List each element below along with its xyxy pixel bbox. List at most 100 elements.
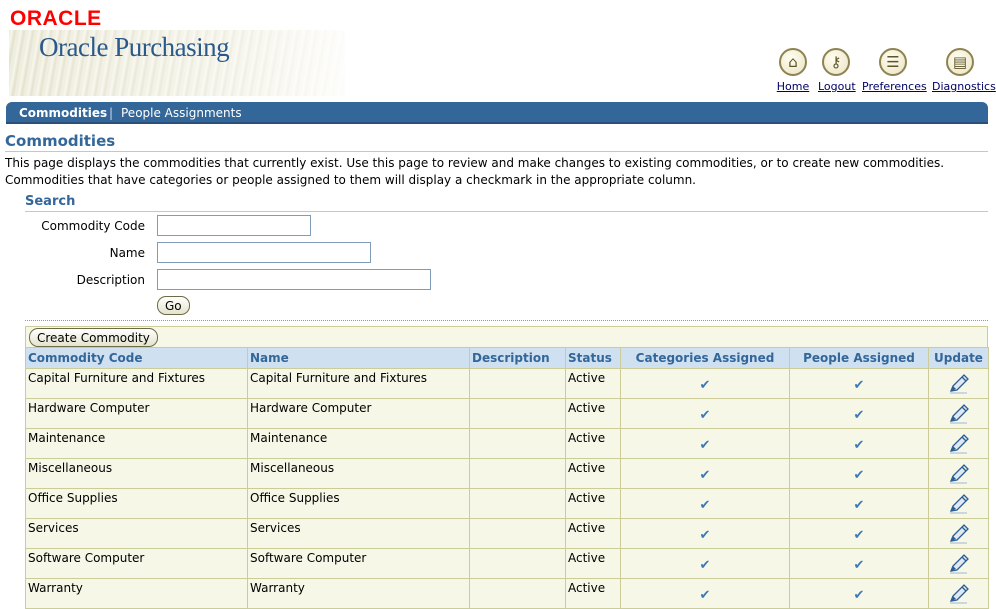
- update-pencil-icon[interactable]: [947, 463, 971, 485]
- home-link-label: Home: [776, 80, 810, 93]
- name-input[interactable]: [157, 242, 371, 263]
- cell-update: [928, 458, 989, 489]
- update-pencil-icon[interactable]: [947, 433, 971, 455]
- cell-categories-assigned: ✔: [620, 398, 790, 429]
- cell-update: [928, 518, 989, 549]
- tab-commodities[interactable]: Commodities: [19, 106, 107, 120]
- column-header-categories-assigned: Categories Assigned: [620, 347, 790, 369]
- table-row: Maintenance Maintenance Active ✔ ✔: [25, 428, 989, 459]
- cell-description: [469, 368, 566, 399]
- preferences-link[interactable]: ☰ Preferences: [862, 48, 927, 93]
- update-pencil-icon[interactable]: [947, 403, 971, 425]
- cell-commodity-code: Maintenance: [25, 428, 248, 459]
- column-header-commodity-code[interactable]: Commodity Code: [25, 347, 248, 369]
- update-pencil-icon[interactable]: [947, 523, 971, 545]
- table-header-row: Commodity Code Name Description Status C…: [25, 347, 989, 369]
- logout-link[interactable]: ⚷ Logout: [818, 48, 856, 93]
- cell-name: Software Computer: [247, 548, 470, 579]
- tab-people-assignments[interactable]: People Assignments: [121, 106, 242, 120]
- table-row: Capital Furniture and Fixtures Capital Fu…: [25, 368, 989, 399]
- cell-name: Services: [247, 518, 470, 549]
- table-body: Capital Furniture and Fixtures Capital Fu…: [25, 368, 989, 609]
- cell-description: [469, 578, 566, 609]
- update-pencil-icon[interactable]: [947, 493, 971, 515]
- cell-update: [928, 548, 989, 579]
- cell-name: Capital Furniture and Fixtures: [247, 368, 470, 399]
- tab-bar: Commodities | People Assignments: [6, 102, 988, 124]
- checkmark-icon: ✔: [853, 558, 865, 573]
- cell-name: Miscellaneous: [247, 458, 470, 489]
- cell-update: [928, 488, 989, 519]
- cell-name: Hardware Computer: [247, 398, 470, 429]
- description-input[interactable]: [157, 269, 431, 290]
- checkmark-icon: ✔: [853, 528, 865, 543]
- column-header-status[interactable]: Status: [565, 347, 621, 369]
- go-button[interactable]: Go: [157, 296, 190, 315]
- cell-commodity-code: Services: [25, 518, 248, 549]
- cell-update: [928, 368, 989, 399]
- name-label: Name: [109, 246, 145, 260]
- update-pencil-icon[interactable]: [947, 373, 971, 395]
- global-links: ⌂ Home ⚷ Logout ☰ Preferences ▤ Diagnost…: [776, 48, 996, 94]
- cell-commodity-code: Miscellaneous: [25, 458, 248, 489]
- cell-people-assigned: ✔: [789, 398, 929, 429]
- cell-people-assigned: ✔: [789, 458, 929, 489]
- cell-status: Active: [565, 428, 621, 459]
- cell-description: [469, 458, 566, 489]
- description-label: Description: [76, 273, 145, 287]
- checkmark-icon: ✔: [699, 498, 711, 513]
- cell-description: [469, 518, 566, 549]
- checkmark-icon: ✔: [699, 588, 711, 603]
- table-row: Warranty Warranty Active ✔ ✔: [25, 578, 989, 609]
- update-pencil-icon[interactable]: [947, 553, 971, 575]
- update-pencil-icon[interactable]: [947, 583, 971, 605]
- create-commodity-button[interactable]: Create Commodity: [29, 328, 158, 347]
- checkmark-icon: ✔: [699, 528, 711, 543]
- cell-status: Active: [565, 548, 621, 579]
- product-name: Oracle Purchasing: [39, 32, 230, 62]
- cell-categories-assigned: ✔: [620, 488, 790, 519]
- page-title: Commodities: [5, 132, 116, 150]
- commodity-code-input[interactable]: [157, 215, 311, 236]
- cell-people-assigned: ✔: [789, 578, 929, 609]
- cell-categories-assigned: ✔: [620, 548, 790, 579]
- page-title-divider: [5, 151, 988, 152]
- checkmark-icon: ✔: [853, 378, 865, 393]
- column-header-description[interactable]: Description: [469, 347, 566, 369]
- cell-people-assigned: ✔: [789, 488, 929, 519]
- home-link[interactable]: ⌂ Home: [776, 48, 810, 93]
- cell-description: [469, 428, 566, 459]
- cell-people-assigned: ✔: [789, 518, 929, 549]
- search-section-divider: [25, 211, 988, 212]
- tab-separator: |: [109, 106, 114, 120]
- table-row: Miscellaneous Miscellaneous Active ✔ ✔: [25, 458, 989, 489]
- checkmark-icon: ✔: [853, 588, 865, 603]
- cell-commodity-code: Warranty: [25, 578, 248, 609]
- cell-description: [469, 398, 566, 429]
- logout-key-icon: ⚷: [822, 48, 850, 76]
- checkmark-icon: ✔: [853, 498, 865, 513]
- column-header-update: Update: [928, 347, 989, 369]
- diagnostics-link-label: Diagnostics: [932, 80, 996, 93]
- preferences-link-label: Preferences: [862, 80, 927, 93]
- cell-categories-assigned: ✔: [620, 458, 790, 489]
- table-row: Services Services Active ✔ ✔: [25, 518, 989, 549]
- column-header-people-assigned: People Assigned: [789, 347, 929, 369]
- logout-link-label: Logout: [818, 80, 856, 93]
- checkmark-icon: ✔: [699, 558, 711, 573]
- checkmark-icon: ✔: [699, 468, 711, 483]
- cell-status: Active: [565, 488, 621, 519]
- cell-status: Active: [565, 518, 621, 549]
- cell-commodity-code: Office Supplies: [25, 488, 248, 519]
- column-header-name[interactable]: Name: [247, 347, 470, 369]
- cell-categories-assigned: ✔: [620, 518, 790, 549]
- diagnostics-link[interactable]: ▤ Diagnostics: [932, 48, 996, 93]
- cell-status: Active: [565, 578, 621, 609]
- checkmark-icon: ✔: [699, 408, 711, 423]
- cell-people-assigned: ✔: [789, 428, 929, 459]
- cell-name: Maintenance: [247, 428, 470, 459]
- table-row: Hardware Computer Hardware Computer Active…: [25, 398, 989, 429]
- checkmark-icon: ✔: [853, 468, 865, 483]
- cell-categories-assigned: ✔: [620, 578, 790, 609]
- oracle-logo: ORACLE: [10, 7, 102, 30]
